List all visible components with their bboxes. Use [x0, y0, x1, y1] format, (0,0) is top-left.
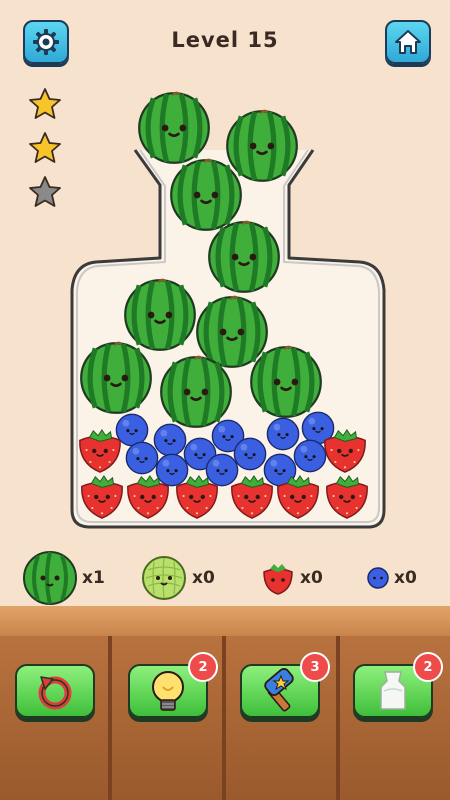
watermelon-icon	[23, 551, 77, 605]
strawberry-fruit	[326, 474, 368, 519]
shake-count-badge: 2	[413, 652, 443, 682]
undo-button[interactable]	[15, 664, 95, 718]
watermelon-fruit	[160, 355, 232, 428]
watermelon-fruit	[138, 91, 210, 164]
shake-button[interactable]: 2	[353, 652, 443, 718]
count-melon: x0	[192, 568, 215, 588]
watermelon-fruit	[80, 341, 152, 414]
strawberry-fruit	[127, 474, 169, 519]
hammer-button[interactable]: 3	[240, 652, 330, 718]
melon-icon	[142, 556, 186, 600]
strawberry-fruit	[176, 474, 218, 519]
blueberry-icon	[367, 567, 389, 589]
lightbulb-icon	[152, 671, 184, 711]
strawberry-fruit	[81, 474, 123, 519]
undo-icon	[38, 676, 72, 710]
strawberry-fruit	[277, 474, 319, 519]
strawberry-icon	[263, 564, 293, 595]
watermelon-fruit	[250, 345, 322, 418]
count-watermelon: x1	[82, 568, 105, 588]
shelf	[0, 606, 450, 639]
watermelon-fruit	[208, 220, 280, 293]
cabinet-divider	[222, 636, 226, 800]
hammer-icon	[264, 668, 294, 712]
count-blueberry: x0	[394, 568, 417, 588]
jar-icon	[380, 671, 406, 710]
strawberry-fruit	[231, 474, 273, 519]
counter-blueberry: x0	[366, 560, 417, 596]
counter-strawberry: x0	[260, 560, 323, 596]
counter-melon: x0	[140, 556, 215, 600]
hint-button[interactable]: 2	[128, 652, 218, 718]
hammer-count-badge: 3	[300, 652, 330, 682]
blueberry-fruit	[125, 441, 159, 475]
counter-watermelon: x1	[22, 551, 105, 605]
cabinet-divider	[336, 636, 340, 800]
strawberry-fruit	[324, 428, 366, 473]
hint-count-badge: 2	[188, 652, 218, 682]
cabinet-divider	[108, 636, 112, 800]
count-strawberry: x0	[300, 568, 323, 588]
strawberry-fruit	[79, 428, 121, 473]
